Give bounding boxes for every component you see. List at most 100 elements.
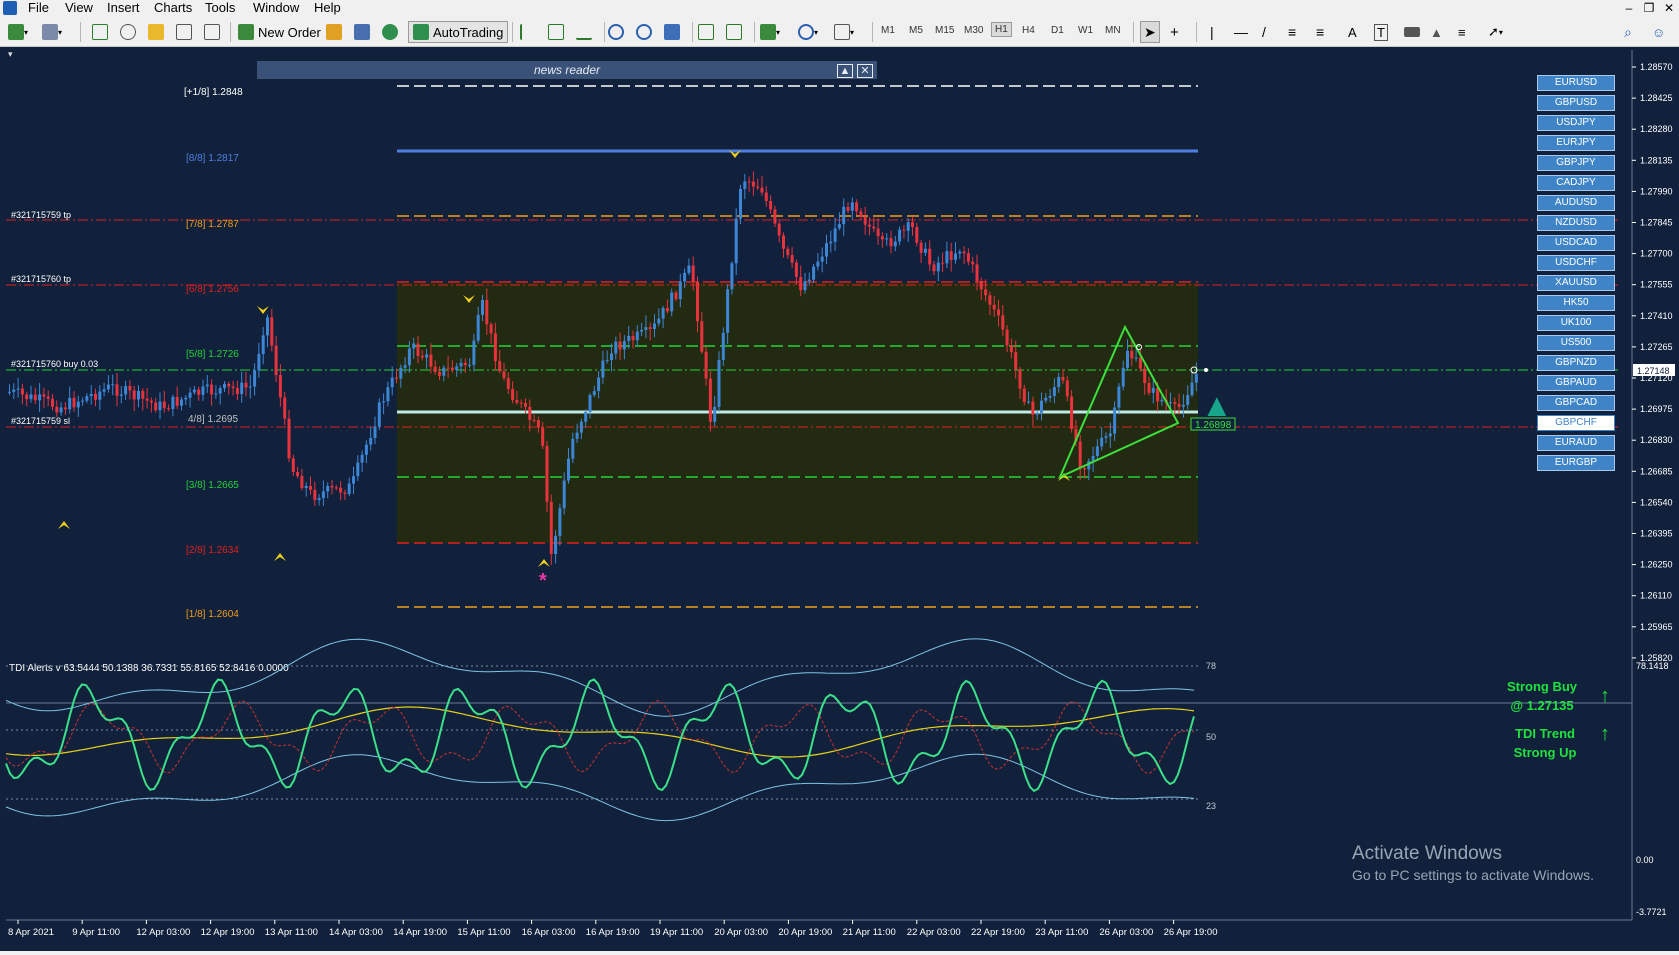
timeframe-h1[interactable]: H1	[991, 22, 1012, 37]
pattern-anchor-point[interactable]	[1204, 368, 1208, 372]
candle-body	[584, 411, 588, 422]
symbol-button-euraud[interactable]: EURAUD	[1537, 435, 1615, 451]
candle-body	[524, 402, 527, 407]
candle-body	[270, 317, 274, 346]
text-button[interactable]: A	[1348, 21, 1357, 43]
timeframe-d1[interactable]: D1	[1051, 25, 1064, 36]
symbol-button-gbpchf[interactable]: GBPCHF	[1537, 415, 1615, 431]
restore-icon[interactable]: ❐	[1639, 0, 1659, 16]
arrows-button[interactable]: ➚ ▾	[1488, 21, 1503, 43]
data-window-button[interactable]	[120, 21, 136, 43]
zoom-in-button[interactable]	[608, 21, 624, 43]
symbol-button-usdcad[interactable]: USDCAD	[1537, 235, 1615, 251]
menu-charts[interactable]: Charts	[154, 0, 192, 16]
templates-button[interactable]: ▾	[834, 21, 854, 43]
vertical-line-button[interactable]: |	[1210, 21, 1214, 43]
candle-body	[653, 323, 656, 329]
community-button[interactable]: ☺	[1652, 21, 1665, 43]
menu-file[interactable]: File	[28, 0, 49, 16]
candlestick-button[interactable]	[548, 21, 564, 43]
collapse-icon[interactable]: ▲	[837, 64, 853, 78]
pitchfork-button[interactable]: ≡	[1458, 21, 1466, 43]
metaeditor-button[interactable]	[326, 21, 342, 43]
chart-shift-button[interactable]	[726, 21, 742, 43]
symbol-button-gbpaud[interactable]: GBPAUD	[1537, 375, 1615, 391]
chart-window[interactable]: ▾ [+1/8] 1.2848 [8/8] 1.2817 [7/8] 1.278…	[0, 47, 1679, 955]
chart-menu-icon[interactable]: ▾	[8, 49, 13, 59]
candle-body	[648, 327, 652, 329]
symbol-button-gbpcad[interactable]: GBPCAD	[1537, 395, 1615, 411]
symbol-button-uk100[interactable]: UK100	[1537, 315, 1615, 331]
symbol-button-eurjpy[interactable]: EURJPY	[1537, 135, 1615, 151]
symbol-button-us500[interactable]: US500	[1537, 335, 1615, 351]
indicators-button[interactable]: ▾	[760, 21, 780, 43]
close-icon[interactable]: ✕	[857, 64, 873, 78]
symbol-button-nzdusd[interactable]: NZDUSD	[1537, 215, 1615, 231]
menu-tools[interactable]: Tools	[205, 0, 235, 16]
line-chart-button[interactable]	[576, 21, 592, 43]
symbol-button-hk50[interactable]: HK50	[1537, 295, 1615, 311]
rectangle-button[interactable]	[1404, 21, 1420, 43]
tdi-market-base	[5, 706, 1195, 758]
channel-button[interactable]: ≡	[1288, 21, 1296, 43]
timeframe-w1[interactable]: W1	[1078, 25, 1093, 36]
menu-help[interactable]: Help	[314, 0, 341, 16]
zoom-out-button[interactable]	[636, 21, 652, 43]
trendline-button[interactable]: /	[1262, 21, 1266, 43]
symbol-button-eurgbp[interactable]: EURGBP	[1537, 455, 1615, 471]
horizontal-line-button[interactable]: —	[1234, 21, 1248, 43]
symbol-button-gbpjpy[interactable]: GBPJPY	[1537, 155, 1615, 171]
market-watch-button[interactable]	[92, 21, 108, 43]
timeframe-m30[interactable]: M30	[964, 25, 983, 36]
terminal-button[interactable]	[176, 21, 192, 43]
timeframe-h4[interactable]: H4	[1022, 25, 1035, 36]
autoscroll-button[interactable]	[698, 21, 714, 43]
menu-window[interactable]: Window	[253, 0, 299, 16]
close-icon[interactable]: ✕	[1659, 0, 1679, 16]
candle-body	[898, 229, 902, 242]
new-order-button[interactable]: New Order	[238, 21, 321, 43]
triangle-button[interactable]: ▲	[1430, 21, 1443, 43]
search-button[interactable]: ⌕	[1624, 21, 1632, 43]
candle-body	[1048, 395, 1052, 398]
bar-chart-button[interactable]	[520, 21, 536, 43]
symbol-button-usdchf[interactable]: USDCHF	[1537, 255, 1615, 271]
murrey-labels: [+1/8] 1.2848 [8/8] 1.2817 [7/8] 1.2787 …	[184, 87, 243, 620]
price-tick-label: 1.26830	[1640, 435, 1673, 445]
tester-button[interactable]	[204, 21, 220, 43]
cursor-tool-button[interactable]: ➤	[1140, 21, 1160, 43]
order-label-tp2: #321715760 tp	[11, 274, 71, 284]
news-reader-panel[interactable]: news reader ▲ ✕	[257, 61, 877, 79]
symbol-button-cadjpy[interactable]: CADJPY	[1537, 175, 1615, 191]
timeframe-m5[interactable]: M5	[909, 25, 923, 36]
text-label-button[interactable]: T	[1374, 21, 1388, 43]
menu-insert[interactable]: Insert	[107, 0, 140, 16]
symbol-button-usdjpy[interactable]: USDJPY	[1537, 115, 1615, 131]
periods-button[interactable]: ▾	[798, 21, 818, 43]
timeframe-m15[interactable]: M15	[935, 25, 954, 36]
market-button[interactable]	[382, 21, 398, 43]
symbol-button-gbpnzd[interactable]: GBPNZD	[1537, 355, 1615, 371]
candle-body	[356, 462, 360, 477]
autotrading-button[interactable]: AutoTrading	[408, 21, 509, 43]
timeframe-mn[interactable]: MN	[1105, 25, 1121, 36]
menu-view[interactable]: View	[65, 0, 93, 16]
candle-body	[433, 366, 437, 372]
signal-tdi-trend-text: TDI Trend	[1515, 726, 1575, 741]
new-chart-button[interactable]: ▾	[8, 21, 28, 43]
chart-canvas[interactable]: ▾ [+1/8] 1.2848 [8/8] 1.2817 [7/8] 1.278…	[0, 47, 1679, 955]
minimize-icon[interactable]: –	[1619, 0, 1639, 16]
fibonacci-button[interactable]: ≡	[1316, 21, 1324, 43]
symbol-button-eurusd[interactable]: EURUSD	[1537, 75, 1615, 91]
symbol-button-gbpusd[interactable]: GBPUSD	[1537, 95, 1615, 111]
symbol-button-xauusd[interactable]: XAUUSD	[1537, 275, 1615, 291]
crosshair-tool-button[interactable]: +	[1170, 21, 1179, 43]
profiles-button[interactable]: ▾	[42, 21, 62, 43]
timeframe-m1[interactable]: M1	[881, 25, 895, 36]
navigator-button[interactable]	[148, 21, 164, 43]
tile-windows-button[interactable]	[664, 21, 680, 43]
candle-body	[687, 265, 691, 273]
symbol-button-audusd[interactable]: AUDUSD	[1537, 195, 1615, 211]
signals-button[interactable]	[354, 21, 370, 43]
price-tick-label: 1.27700	[1640, 249, 1673, 259]
